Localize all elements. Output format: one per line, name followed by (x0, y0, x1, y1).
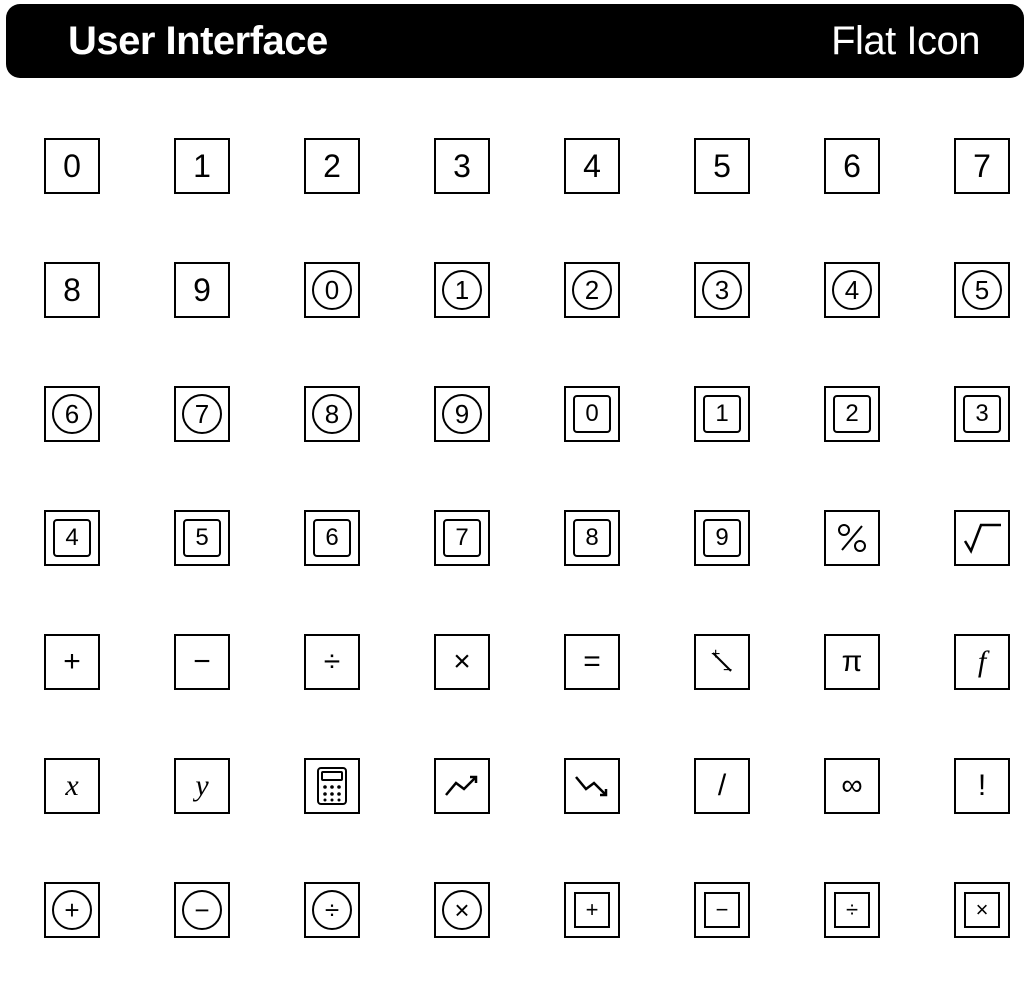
digit-9-icon: 9 (174, 262, 230, 318)
circled-6-icon: 6 (44, 386, 100, 442)
infinity-icon: ∞ (824, 758, 880, 814)
circled-8-icon: 8 (304, 386, 360, 442)
circled-plus-icon: + (44, 882, 100, 938)
circled-7-icon: 7 (174, 386, 230, 442)
digit-8-icon: 8 (44, 262, 100, 318)
icon-grid: 012345678901234567890123456789+−÷×=+−πfx… (0, 78, 1030, 938)
plus-icon: + (44, 634, 100, 690)
function-f-icon: f (954, 634, 1010, 690)
circled-9-icon: 9 (434, 386, 490, 442)
circled-1-icon: 1 (434, 262, 490, 318)
header-bar: User Interface Flat Icon (6, 4, 1024, 78)
digit-6-icon: 6 (824, 138, 880, 194)
exclamation-icon: ! (954, 758, 1010, 814)
digit-3-icon: 3 (434, 138, 490, 194)
variable-x-icon: x (44, 758, 100, 814)
trend-down-icon (564, 758, 620, 814)
pi-icon: π (824, 634, 880, 690)
squared-2-icon: 2 (824, 386, 880, 442)
circled-minus-icon: − (174, 882, 230, 938)
circled-5-icon: 5 (954, 262, 1010, 318)
circled-3-icon: 3 (694, 262, 750, 318)
squared-0-icon: 0 (564, 386, 620, 442)
digit-0-icon: 0 (44, 138, 100, 194)
squared-4-icon: 4 (44, 510, 100, 566)
squared-1-icon: 1 (694, 386, 750, 442)
squared-8-icon: 8 (564, 510, 620, 566)
trend-up-icon (434, 758, 490, 814)
squared-3-icon: 3 (954, 386, 1010, 442)
digit-1-icon: 1 (174, 138, 230, 194)
circled-0-icon: 0 (304, 262, 360, 318)
percent-icon (824, 510, 880, 566)
variable-y-icon: y (174, 758, 230, 814)
divide-icon: ÷ (304, 634, 360, 690)
digit-2-icon: 2 (304, 138, 360, 194)
boxed-multiply-icon: × (954, 882, 1010, 938)
plus-minus-icon: +− (694, 634, 750, 690)
header-subtitle: Flat Icon (831, 19, 980, 64)
calculator-icon (304, 758, 360, 814)
slash-icon: / (694, 758, 750, 814)
squared-9-icon: 9 (694, 510, 750, 566)
circled-divide-icon: ÷ (304, 882, 360, 938)
minus-icon: − (174, 634, 230, 690)
multiply-icon: × (434, 634, 490, 690)
squared-5-icon: 5 (174, 510, 230, 566)
svg-text:−: − (723, 662, 732, 679)
square-root-icon (954, 510, 1010, 566)
boxed-minus-icon: − (694, 882, 750, 938)
squared-6-icon: 6 (304, 510, 360, 566)
boxed-divide-icon: ÷ (824, 882, 880, 938)
digit-4-icon: 4 (564, 138, 620, 194)
equals-icon: = (564, 634, 620, 690)
squared-7-icon: 7 (434, 510, 490, 566)
boxed-plus-icon: + (564, 882, 620, 938)
header-title: User Interface (68, 19, 328, 64)
circled-2-icon: 2 (564, 262, 620, 318)
circled-4-icon: 4 (824, 262, 880, 318)
digit-7-icon: 7 (954, 138, 1010, 194)
circled-multiply-icon: × (434, 882, 490, 938)
digit-5-icon: 5 (694, 138, 750, 194)
